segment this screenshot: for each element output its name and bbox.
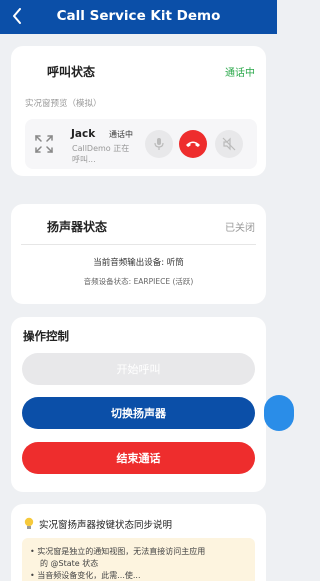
end-call-button[interactable]: 结束通话: [22, 442, 255, 474]
mic-button[interactable]: [145, 130, 173, 158]
speaker-status-card: 扬声器状态 已关闭 当前音频输出设备: 听筒 音频设备状态: EARPIECE …: [11, 204, 266, 304]
info-title: 实况窗扬声器按键状态同步说明: [39, 520, 173, 531]
hangup-button[interactable]: [179, 130, 207, 158]
call-status-badge: 通话中: [225, 68, 255, 79]
toggle-speaker-button[interactable]: 切换扬声器: [22, 397, 255, 429]
mic-icon: [154, 138, 164, 150]
app-header: Call Service Kit Demo: [0, 0, 277, 34]
hangup-icon: [186, 141, 200, 147]
speaker-mute-icon: [222, 137, 236, 151]
note-line: 的 @State 状态: [40, 559, 99, 568]
caller-call-status: 通话中: [109, 130, 133, 139]
info-card: 实况窗扬声器按键状态同步说明 • 实况窗是独立的通知视图，无法直接访问主应用 的…: [11, 504, 266, 581]
output-device-text: 当前音频输出设备: 听筒: [93, 258, 184, 268]
floating-action-button[interactable]: [264, 395, 294, 431]
note-line: • 当音频设备变化，此需...使...: [30, 571, 141, 580]
call-status-card: 呼叫状态 通话中 实况窗预览（模拟） Jack 通话中 CallDemo 正在呼…: [11, 46, 266, 176]
live-view-preview: Jack 通话中 CallDemo 正在呼叫...: [25, 119, 257, 169]
info-note-box: • 实况窗是独立的通知视图，无法直接访问主应用 的 @State 状态 • 当音…: [22, 538, 255, 581]
operation-control-card: 操作控制 开始呼叫 切换扬声器 结束通话: [11, 317, 266, 492]
caller-name: Jack: [71, 128, 96, 140]
speaker-state-badge: 已关闭: [225, 223, 255, 234]
live-view-preview-label: 实况窗预览（模拟）: [25, 99, 102, 109]
audio-device-state-text: 音频设备状态: EARPIECE (活跃): [83, 277, 194, 286]
start-call-button[interactable]: 开始呼叫: [22, 353, 255, 385]
lightbulb-icon: [24, 517, 34, 529]
caller-description: CallDemo 正在呼叫...: [72, 144, 130, 164]
speaker-mute-button[interactable]: [215, 130, 243, 158]
note-line: • 实况窗是独立的通知视图，无法直接访问主应用: [30, 547, 206, 556]
page-title: Call Service Kit Demo: [56, 8, 221, 24]
divider: [21, 244, 256, 245]
expand-icon[interactable]: [35, 135, 53, 153]
call-status-title: 呼叫状态: [47, 65, 96, 79]
operation-control-title: 操作控制: [23, 329, 69, 343]
speaker-status-title: 扬声器状态: [47, 220, 108, 234]
